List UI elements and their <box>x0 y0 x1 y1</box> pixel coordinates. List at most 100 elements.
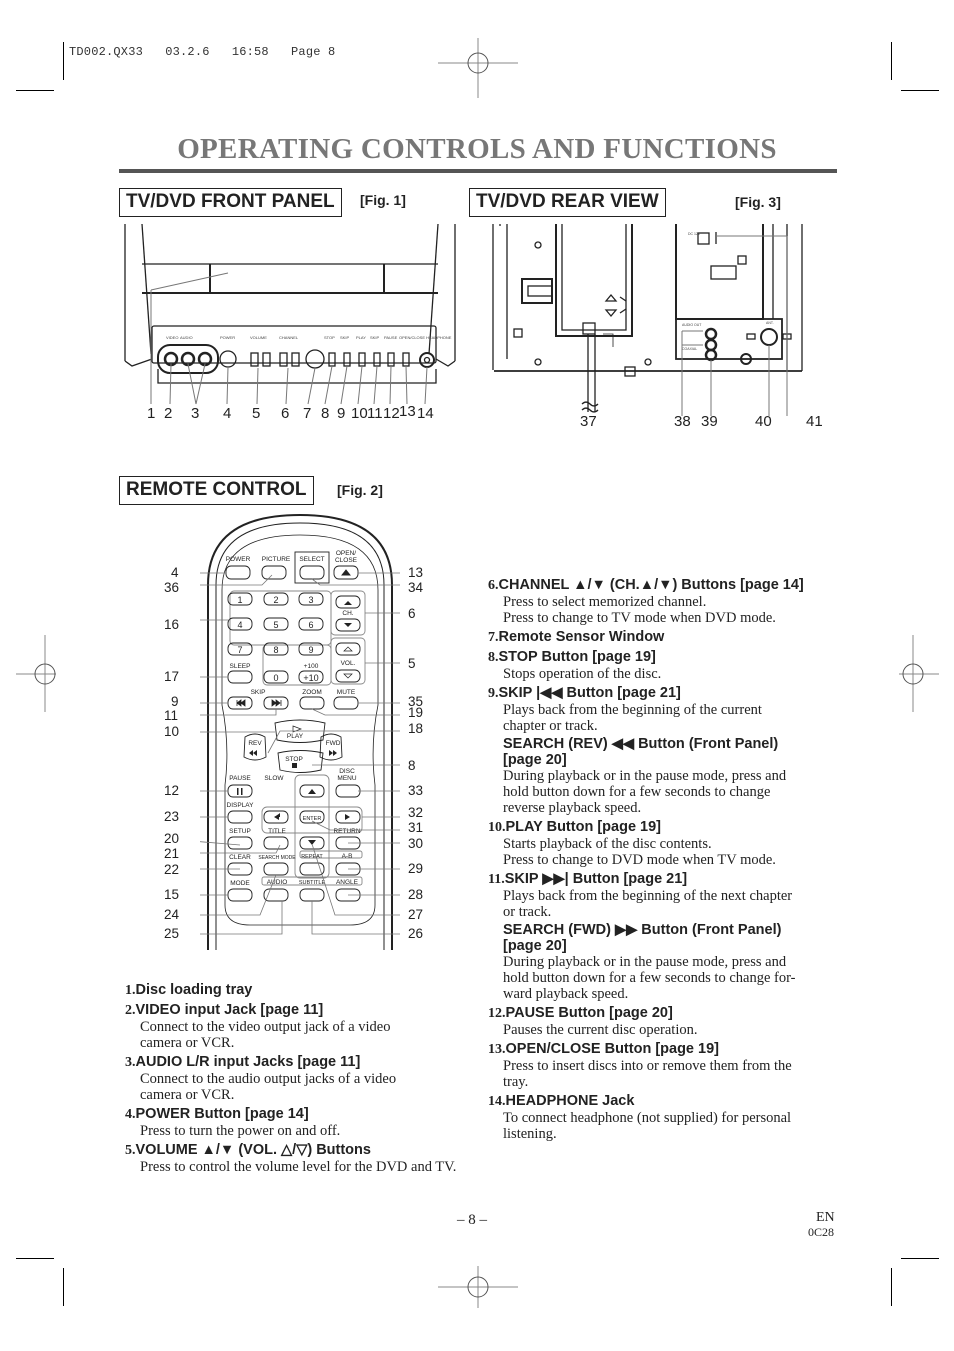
item-title: 11.SKIP ▶▶| Button [page 21] <box>488 871 828 888</box>
item-number: 7. <box>488 630 499 645</box>
remote-callout: 32 <box>408 805 424 820</box>
description-item: 10.PLAY Button [page 19] Starts playback … <box>488 819 828 868</box>
item-title: 6.CHANNEL ▲/▼ (CH.▲/▼) Buttons [page 14] <box>488 577 828 594</box>
front-callout: 1 <box>147 405 156 422</box>
btn-3: 3 <box>308 595 313 605</box>
description-item: 5.VOLUME ▲/▼ (VOL. △/▽) Buttons Press to … <box>125 1142 465 1175</box>
item-number: 11. <box>488 872 505 887</box>
item-subtitle: [page 20] <box>503 752 567 768</box>
remote-callout: 31 <box>408 820 424 835</box>
dc-label: DC 12V <box>688 232 701 236</box>
rear-callout: 37 <box>580 413 597 430</box>
front-callout: 14 <box>417 405 434 422</box>
svg-text:PAUSE: PAUSE <box>384 335 398 340</box>
item-title-text: VIDEO input Jack [page 11] <box>135 1002 324 1018</box>
svg-text:STOP: STOP <box>324 335 335 340</box>
description-item: 4.POWER Button [page 14] Press to turn th… <box>125 1106 465 1139</box>
description-item: 6.CHANNEL ▲/▼ (CH.▲/▼) Buttons [page 14]… <box>488 577 828 626</box>
item-title: 5.VOLUME ▲/▼ (VOL. △/▽) Buttons <box>125 1142 465 1159</box>
front-callout: 9 <box>337 405 346 422</box>
front-callout: 13 <box>399 403 416 420</box>
item-title-text: Disc loading tray <box>135 982 253 998</box>
btn-search-mode-label: SEARCH MODE <box>258 855 296 861</box>
item-number: 3. <box>125 1055 136 1070</box>
description-list-left: 1.Disc loading tray 2.VIDEO input Jack [p… <box>125 982 475 1178</box>
remote-callout: 12 <box>164 783 180 798</box>
remote-callout: 5 <box>408 656 416 671</box>
btn-6: 6 <box>308 620 313 630</box>
front-panel-heading: TV/DVD FRONT PANEL <box>119 188 342 217</box>
item-number: 2. <box>125 1003 136 1018</box>
btn-pause-label: PAUSE <box>229 775 251 782</box>
btn-7: 7 <box>237 645 242 655</box>
crop-mark <box>891 42 892 80</box>
item-title-text: AUDIO L/R input Jacks [page 11] <box>135 1054 361 1070</box>
remote-callout: 10 <box>164 724 180 739</box>
item-description: Connect to the video output jack of a vi… <box>140 1019 391 1035</box>
description-item: 8.STOP Button [page 19] Stops operation o… <box>488 649 828 682</box>
item-number: 12. <box>488 1006 506 1021</box>
btn-8: 8 <box>273 645 278 655</box>
svg-text:CHANNEL: CHANNEL <box>279 335 299 340</box>
crop-mark <box>901 1258 939 1259</box>
btn-2: 2 <box>273 595 278 605</box>
item-title-text: POWER Button [page 14] <box>135 1106 309 1122</box>
btn-vol-label: VOL. <box>341 660 356 667</box>
registration-mark-bottom <box>438 1266 518 1308</box>
remote-callout: 21 <box>164 846 180 861</box>
front-callout: 6 <box>281 405 290 422</box>
rear-view-diagram: DC 12V AUDIO OUT COAXIAL ANT. <box>492 224 803 416</box>
item-title-text: CHANNEL ▲/▼ (CH.▲/▼) Buttons [page 14] <box>498 577 804 593</box>
item-title: 1.Disc loading tray <box>125 982 465 999</box>
remote-callout: 22 <box>164 862 180 877</box>
front-callout: 8 <box>321 405 330 422</box>
remote-callout: 13 <box>408 565 424 580</box>
item-description: Stops operation of the disc. <box>503 666 662 682</box>
item-description: Press to change to DVD mode when TV mode… <box>503 852 776 868</box>
btn-subtitle-label: SUBTITLE <box>299 880 326 886</box>
btn-open-label: OPEN/ <box>336 550 356 557</box>
item-description: Press to insert discs into or remove the… <box>503 1058 792 1074</box>
svg-text:SKIP: SKIP <box>370 335 379 340</box>
item-number: 10. <box>488 820 506 835</box>
description-item: 14.HEADPHONE Jack To connect headphone (n… <box>488 1093 828 1142</box>
btn-audio-label: AUDIO <box>267 879 288 886</box>
crop-mark <box>63 1268 64 1306</box>
item-title: 7.Remote Sensor Window <box>488 629 828 646</box>
item-description: Press to turn the power on and off. <box>140 1123 341 1139</box>
remote-callout: 6 <box>408 606 416 621</box>
page-number: – 8 – <box>457 1212 487 1228</box>
item-title-text: VOLUME ▲/▼ (VOL. △/▽) Buttons <box>135 1142 371 1158</box>
svg-text:SKIP: SKIP <box>340 335 349 340</box>
btn-mode-label: MODE <box>230 880 250 887</box>
btn-plus100-label: +100 <box>304 663 319 670</box>
item-description: or track. <box>503 904 552 920</box>
description-list-right: 6.CHANNEL ▲/▼ (CH.▲/▼) Buttons [page 14]… <box>488 577 843 1145</box>
description-item: 2.VIDEO input Jack [page 11] Connect to t… <box>125 1002 465 1051</box>
item-number: 8. <box>488 650 499 665</box>
btn-zoom-label: ZOOM <box>302 689 322 696</box>
remote-callout: 17 <box>164 669 180 684</box>
crop-mark <box>16 90 54 91</box>
item-title: 3.AUDIO L/R input Jacks [page 11] <box>125 1054 465 1071</box>
front-callout: 11 <box>367 405 383 422</box>
front-callout: 5 <box>252 405 261 422</box>
front-callout: 3 <box>191 405 200 422</box>
item-subtitle: SEARCH (REV) ◀◀ Button (Front Panel) <box>503 736 779 752</box>
item-subdescription: During playback or in the pause mode, pr… <box>503 954 787 970</box>
item-subdescription: During playback or in the pause mode, pr… <box>503 768 787 784</box>
audio-out-label: AUDIO OUT <box>682 323 702 327</box>
rear-callout: 41 <box>806 413 823 430</box>
front-callout: 2 <box>164 405 173 422</box>
item-description: listening. <box>503 1126 557 1142</box>
item-description: chapter or track. <box>503 718 598 734</box>
page-title: OPERATING CONTROLS AND FUNCTIONS <box>177 133 777 165</box>
fig1-label: [Fig. 1] <box>360 192 406 208</box>
item-subdescription: hold button down for a few seconds to ch… <box>503 970 796 986</box>
front-callout: 4 <box>223 405 232 422</box>
crop-mark <box>63 42 64 80</box>
item-title: 2.VIDEO input Jack [page 11] <box>125 1002 465 1019</box>
remote-control-diagram: POWER PICTURE SELECT OPEN/ CLOSE 1 2 3 4… <box>200 513 400 950</box>
btn-angle-label: ANGLE <box>336 879 359 886</box>
item-number: 13. <box>488 1042 506 1057</box>
